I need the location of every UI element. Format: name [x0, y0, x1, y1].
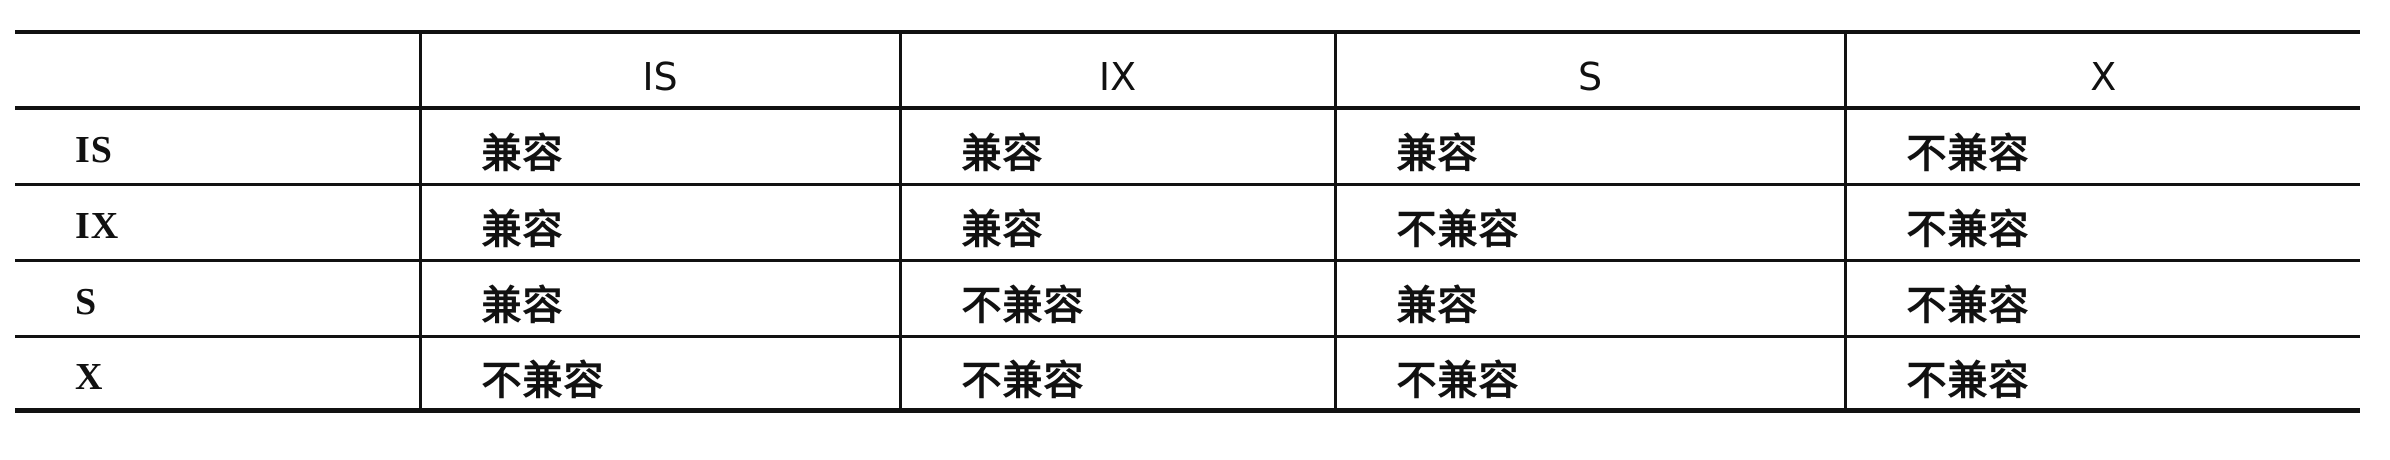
table-cell: 兼容 — [900, 184, 1337, 262]
table-cell: 兼容 — [900, 108, 1337, 186]
table-cell: 不兼容 — [1906, 356, 2030, 404]
row-header-is: IS — [15, 108, 422, 186]
table-cell: 不兼容 — [1335, 336, 1847, 410]
table-cell: 不兼容 — [900, 260, 1337, 338]
table-row: IS 兼容 兼容 兼容 不兼容 — [15, 108, 2360, 186]
table-cell: 兼容 — [1335, 108, 1847, 186]
column-header-x: X — [1845, 32, 2360, 110]
table-cell: 兼容 — [1335, 260, 1847, 338]
table-cell: 不兼容 — [1845, 260, 2360, 338]
table-cell: 不兼容 — [1845, 184, 2360, 262]
lock-compatibility-table-container: IS IX S X IS 兼容 兼容 兼容 不兼容 IX 兼容 兼容 不兼容 不… — [15, 30, 2360, 413]
column-header-s: S — [1335, 32, 1847, 110]
table-cell: 兼容 — [420, 260, 902, 338]
column-header-is: IS — [420, 32, 902, 110]
row-header-x: X — [15, 336, 422, 410]
table-cell: 不兼容 — [900, 336, 1337, 410]
table-cell: 不兼容 — [1335, 184, 1847, 262]
table-cell: 兼容 — [420, 108, 902, 186]
table-cell: 不兼容 — [1845, 108, 2360, 186]
lock-compatibility-table: IS IX S X IS 兼容 兼容 兼容 不兼容 IX 兼容 兼容 不兼容 不… — [15, 30, 2360, 413]
header-row: IS IX S X — [15, 32, 2360, 110]
corner-header-cell — [15, 32, 422, 110]
table-cell: 不兼容 — [420, 336, 902, 410]
column-header-ix: IX — [900, 32, 1337, 110]
table-row: IX 兼容 兼容 不兼容 不兼容 — [15, 184, 2360, 262]
table-row: X 不兼容 不兼容 不兼容 不兼容 — [15, 336, 2360, 410]
row-header-ix: IX — [15, 184, 422, 262]
table-cell: 兼容 — [420, 184, 902, 262]
row-header-s: S — [15, 260, 422, 338]
table-row: S 兼容 不兼容 兼容 不兼容 — [15, 260, 2360, 338]
